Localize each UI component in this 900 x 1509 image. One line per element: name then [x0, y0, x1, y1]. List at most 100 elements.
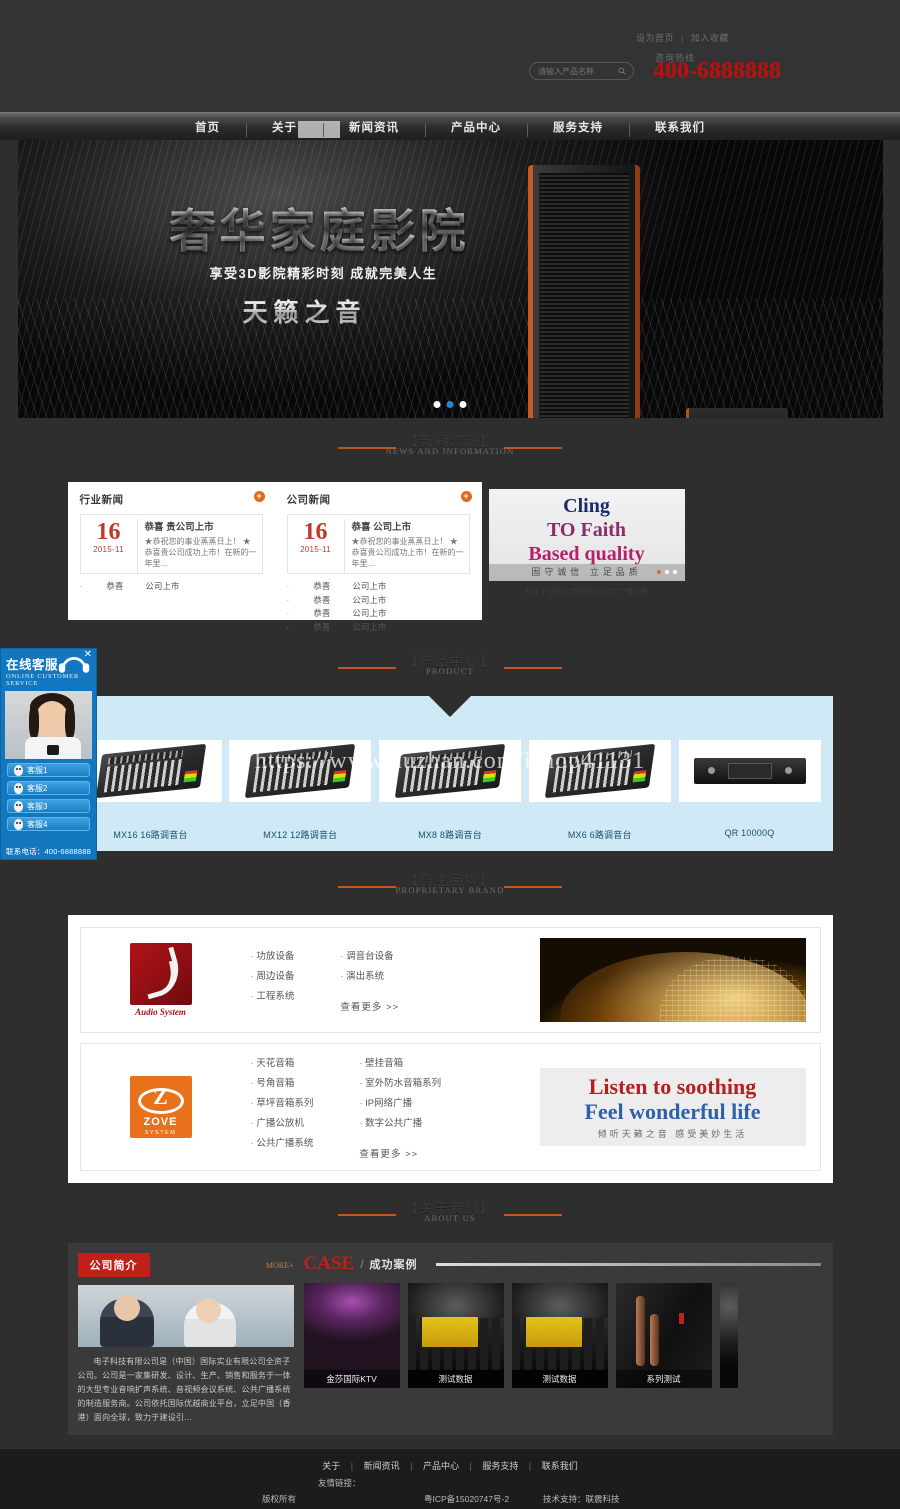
nav-item-products[interactable]: 产品中心 — [425, 119, 527, 137]
brand-category-item[interactable]: 公共广播系统 — [251, 1134, 313, 1154]
agent-face — [35, 701, 69, 739]
company-profile-block: 公司简介 MORE+ 电子科技有限公司是（中国）国际实业有限公司全资子公司。公司… — [77, 1253, 294, 1425]
footer-icp-number[interactable]: 粤ICP备15020747号-2 — [424, 1493, 509, 1505]
brand-category-item[interactable]: 工程系统 — [251, 987, 294, 1007]
product-card[interactable]: MX6 6路调音台 — [528, 740, 671, 841]
zove-logo-icon: Z ZOVE SYSTEM — [129, 1076, 192, 1138]
promo-pagination[interactable] — [656, 570, 677, 574]
product-label: MX16 16路调音台 — [113, 830, 188, 840]
heading-rule-right — [504, 667, 562, 669]
list-item[interactable]: 恭喜 公司上市 — [80, 580, 263, 594]
news-feature-card[interactable]: 16 2015-11 恭喜 贵公司上市 ★恭祝您的事业蒸蒸日上！ ★恭喜贵公司成… — [79, 514, 263, 574]
top-links-separator: | — [681, 33, 684, 43]
case-card[interactable]: 金莎国际KTV — [303, 1283, 400, 1388]
main-navigation: 首页 关于 新闻资讯 产品中心 服务支持 联系我们 — [0, 112, 900, 140]
hero-banner[interactable]: 奢华家庭影院 享受3D影院精彩时刻 成就完美人生 天籁之音 — [17, 140, 883, 418]
power-amplifier-icon — [693, 758, 806, 784]
news-headline[interactable]: 恭喜 公司上市 — [352, 519, 464, 533]
banner-pagination[interactable] — [433, 401, 467, 408]
person-head-left — [113, 1295, 140, 1321]
nav-item-contact[interactable]: 联系我们 — [629, 119, 731, 137]
set-homepage-link[interactable]: 设为首页 — [636, 33, 674, 43]
news-item-suffix: 公司上市 — [352, 594, 387, 605]
product-thumbnail — [379, 740, 521, 802]
nav-item-news[interactable]: 新闻资讯 — [323, 119, 425, 137]
footer-link-products[interactable]: 产品中心 — [423, 1461, 459, 1471]
footer-link-about[interactable]: 关于 — [322, 1461, 340, 1471]
nav-item-home[interactable]: 首页 — [169, 119, 246, 135]
news-promo-image[interactable]: Cling TO Faith Based quality 固守诚信 立足品质 — [488, 489, 685, 581]
news-day: 16 — [96, 519, 121, 545]
section-heading-en: PRODUCT — [425, 666, 475, 676]
case-card-partial[interactable] — [719, 1283, 738, 1388]
news-promo-caption: 专注于音响扩声系统及公共广播设备 — [524, 587, 649, 596]
brand-category-item[interactable]: 天花音箱 — [251, 1054, 314, 1074]
brand-category-item[interactable]: 数字公共广播 — [359, 1114, 441, 1134]
search-icon[interactable] — [618, 67, 626, 75]
chat-agent-button-1[interactable]: 客服1 — [7, 763, 90, 777]
brand-category-item[interactable]: 功放设备 — [251, 947, 294, 967]
news-more-icon[interactable]: + — [460, 491, 472, 502]
nav-item-support[interactable]: 服务支持 — [527, 119, 629, 137]
search-box[interactable] — [529, 62, 634, 80]
section-heading-about: 【关于我们】 ABOUT US — [0, 1201, 900, 1243]
search-input[interactable] — [538, 63, 610, 79]
company-profile-more-link[interactable]: MORE+ — [266, 1261, 294, 1270]
promo-text-3: Based quality — [528, 543, 645, 565]
brand-more-link[interactable]: 查看更多 >> — [340, 999, 399, 1013]
promo-dot-2[interactable] — [664, 570, 669, 574]
list-item[interactable]: 恭喜 公司上市 — [287, 594, 470, 608]
chat-agent-button-3[interactable]: 客服3 — [7, 799, 90, 813]
mixer-leds — [632, 770, 647, 783]
product-card[interactable]: MX16 16路调音台 — [79, 740, 222, 841]
case-card[interactable]: 测试数据 — [511, 1283, 608, 1388]
list-item[interactable]: 恭喜 公司上市 — [287, 621, 470, 635]
banner-dot-2-active[interactable] — [446, 401, 454, 408]
brand-category-item[interactable]: 周边设备 — [251, 967, 294, 987]
brand-row-zove: Z ZOVE SYSTEM 天花音箱 号角音箱 草坪音箱系列 广播公放机 公共广… — [79, 1043, 821, 1171]
chat-agent-button-4[interactable]: 客服4 — [7, 817, 90, 831]
brand-category-column-2: 壁挂音箱 室外防水音箱系列 IP网络广播 数字公共广播 — [359, 1054, 441, 1134]
brand-categories: 功放设备 周边设备 工程系统 调音台设备 演出系统 查看更多 >> — [251, 947, 540, 1013]
add-favorite-link[interactable]: 加入收藏 — [691, 33, 729, 43]
footer-link-support[interactable]: 服务支持 — [482, 1461, 518, 1471]
case-card[interactable]: 系列测试 — [615, 1283, 712, 1388]
case-card[interactable]: 测试数据 — [407, 1283, 504, 1388]
footer-link-contact[interactable]: 联系我们 — [542, 1461, 578, 1471]
brand-logo-caption: Audio System — [135, 1007, 186, 1017]
banner-dot-3[interactable] — [459, 401, 467, 408]
news-month: 2015-11 — [300, 545, 331, 554]
banner-dot-1[interactable] — [433, 401, 441, 408]
brand-category-item[interactable]: 室外防水音箱系列 — [359, 1074, 441, 1094]
banner-subtitle: 享受3D影院精彩时刻 成就完美人生 — [209, 266, 438, 281]
brand-category-item[interactable]: 壁挂音箱 — [359, 1054, 441, 1074]
product-card[interactable]: QR 10000Q — [678, 740, 821, 841]
product-label: MX12 12路调音台 — [263, 830, 338, 840]
product-card[interactable]: MX12 12路调音台 — [229, 740, 372, 841]
promo-cn-text: 固守诚信 立足品质 — [531, 567, 642, 577]
case-title-en: CASE — [303, 1253, 355, 1274]
banner-text-2: Feel wonderful life — [584, 1099, 761, 1124]
promo-dot-1-active[interactable] — [656, 570, 661, 574]
brand-category-item[interactable]: 广播公放机 — [251, 1114, 314, 1134]
brand-category-item[interactable]: 演出系统 — [340, 967, 399, 987]
chat-agent-button-2[interactable]: 客服2 — [7, 781, 90, 795]
footer-link-news[interactable]: 新闻资讯 — [364, 1461, 400, 1471]
list-item[interactable]: 恭喜 公司上市 — [287, 580, 470, 594]
news-headline[interactable]: 恭喜 贵公司上市 — [145, 519, 257, 533]
news-feature-card[interactable]: 16 2015-11 恭喜 公司上市 ★恭祝您的事业蒸蒸日上！ ★恭喜贵公司成功… — [286, 514, 470, 574]
chat-subtitle: ONLINE CUSTOMER SERVICE — [6, 673, 80, 687]
brand-category-item[interactable]: 调音台设备 — [340, 947, 399, 967]
case-header-rule — [435, 1262, 821, 1266]
about-case-section: 公司简介 MORE+ 电子科技有限公司是（中国）国际实业有限公司全资子公司。公司… — [67, 1243, 833, 1435]
brand-category-item[interactable]: 草坪音箱系列 — [251, 1094, 313, 1114]
brand-more-link[interactable]: 查看更多 >> — [359, 1146, 441, 1160]
mixer-console-icon — [245, 743, 356, 799]
list-item[interactable]: 恭喜 公司上市 — [287, 607, 470, 621]
product-card[interactable]: MX8 8路调音台 — [379, 740, 521, 841]
nav-item-about[interactable]: 关于 — [246, 119, 340, 138]
brand-category-item[interactable]: IP网络广播 — [359, 1094, 441, 1114]
brand-category-item[interactable]: 号角音箱 — [251, 1074, 314, 1094]
promo-dot-3[interactable] — [672, 570, 677, 574]
news-more-icon[interactable]: + — [253, 491, 265, 502]
